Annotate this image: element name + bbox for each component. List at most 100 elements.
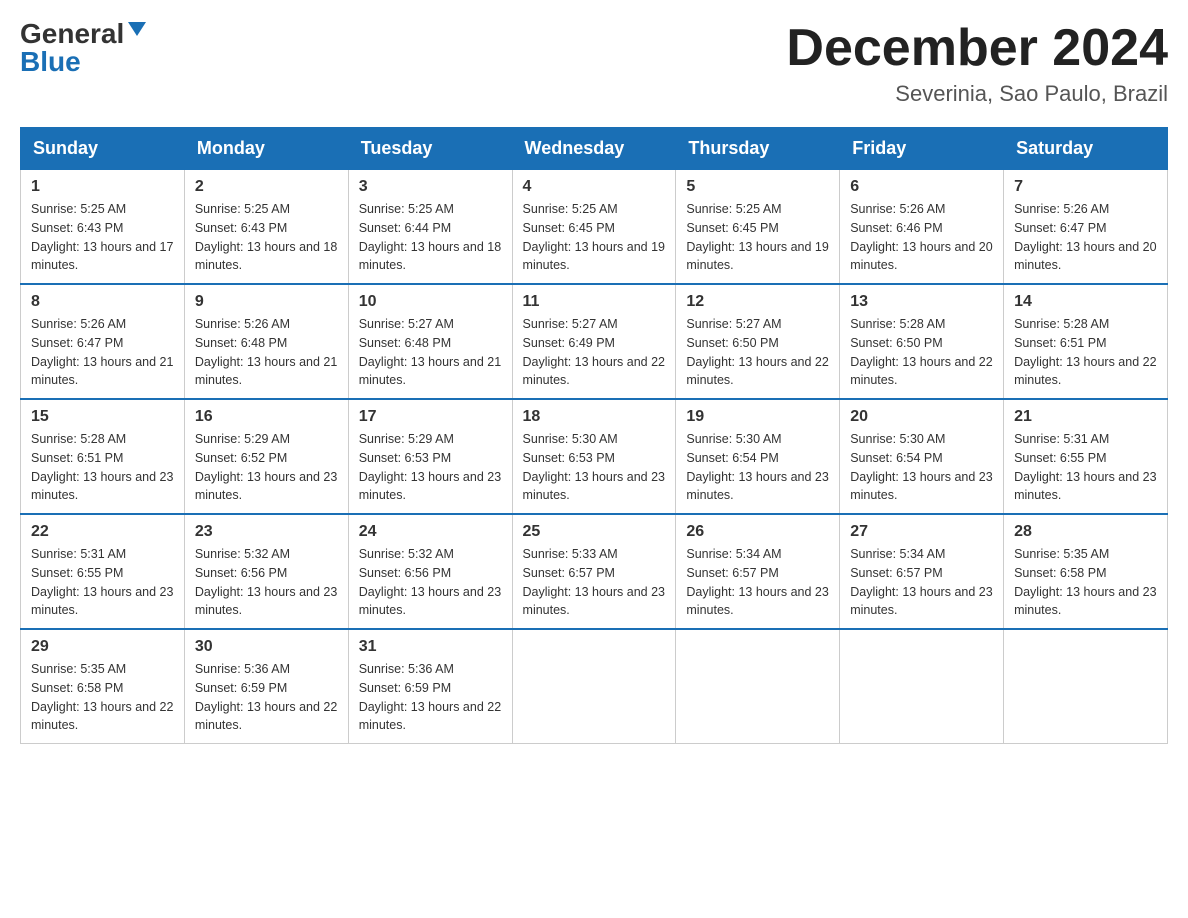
day-number: 29 <box>31 638 174 656</box>
calendar-week-1: 1 Sunrise: 5:25 AM Sunset: 6:43 PM Dayli… <box>21 170 1168 285</box>
table-row: 27 Sunrise: 5:34 AM Sunset: 6:57 PM Dayl… <box>840 514 1004 629</box>
day-info: Sunrise: 5:29 AM Sunset: 6:52 PM Dayligh… <box>195 430 338 505</box>
calendar-week-4: 22 Sunrise: 5:31 AM Sunset: 6:55 PM Dayl… <box>21 514 1168 629</box>
day-info: Sunrise: 5:34 AM Sunset: 6:57 PM Dayligh… <box>686 545 829 620</box>
day-number: 24 <box>359 523 502 541</box>
day-number: 25 <box>523 523 666 541</box>
table-row: 21 Sunrise: 5:31 AM Sunset: 6:55 PM Dayl… <box>1004 399 1168 514</box>
day-number: 8 <box>31 293 174 311</box>
table-row: 1 Sunrise: 5:25 AM Sunset: 6:43 PM Dayli… <box>21 170 185 285</box>
day-info: Sunrise: 5:34 AM Sunset: 6:57 PM Dayligh… <box>850 545 993 620</box>
day-number: 3 <box>359 178 502 196</box>
day-info: Sunrise: 5:27 AM Sunset: 6:50 PM Dayligh… <box>686 315 829 390</box>
table-row <box>512 629 676 744</box>
day-number: 30 <box>195 638 338 656</box>
table-row <box>1004 629 1168 744</box>
day-number: 28 <box>1014 523 1157 541</box>
day-info: Sunrise: 5:28 AM Sunset: 6:51 PM Dayligh… <box>31 430 174 505</box>
table-row: 29 Sunrise: 5:35 AM Sunset: 6:58 PM Dayl… <box>21 629 185 744</box>
day-info: Sunrise: 5:26 AM Sunset: 6:48 PM Dayligh… <box>195 315 338 390</box>
day-info: Sunrise: 5:35 AM Sunset: 6:58 PM Dayligh… <box>1014 545 1157 620</box>
table-row <box>840 629 1004 744</box>
table-row: 15 Sunrise: 5:28 AM Sunset: 6:51 PM Dayl… <box>21 399 185 514</box>
day-info: Sunrise: 5:28 AM Sunset: 6:50 PM Dayligh… <box>850 315 993 390</box>
table-row: 3 Sunrise: 5:25 AM Sunset: 6:44 PM Dayli… <box>348 170 512 285</box>
table-row: 25 Sunrise: 5:33 AM Sunset: 6:57 PM Dayl… <box>512 514 676 629</box>
day-number: 4 <box>523 178 666 196</box>
day-info: Sunrise: 5:25 AM Sunset: 6:43 PM Dayligh… <box>31 200 174 275</box>
page-header: General Blue December 2024 Severinia, Sa… <box>20 20 1168 107</box>
day-info: Sunrise: 5:30 AM Sunset: 6:53 PM Dayligh… <box>523 430 666 505</box>
day-info: Sunrise: 5:26 AM Sunset: 6:47 PM Dayligh… <box>31 315 174 390</box>
col-sunday: Sunday <box>21 128 185 170</box>
table-row: 18 Sunrise: 5:30 AM Sunset: 6:53 PM Dayl… <box>512 399 676 514</box>
day-number: 10 <box>359 293 502 311</box>
day-number: 7 <box>1014 178 1157 196</box>
day-info: Sunrise: 5:25 AM Sunset: 6:43 PM Dayligh… <box>195 200 338 275</box>
day-number: 21 <box>1014 408 1157 426</box>
day-info: Sunrise: 5:27 AM Sunset: 6:49 PM Dayligh… <box>523 315 666 390</box>
day-number: 16 <box>195 408 338 426</box>
day-info: Sunrise: 5:31 AM Sunset: 6:55 PM Dayligh… <box>1014 430 1157 505</box>
day-info: Sunrise: 5:35 AM Sunset: 6:58 PM Dayligh… <box>31 660 174 735</box>
table-row: 23 Sunrise: 5:32 AM Sunset: 6:56 PM Dayl… <box>184 514 348 629</box>
table-row: 2 Sunrise: 5:25 AM Sunset: 6:43 PM Dayli… <box>184 170 348 285</box>
day-number: 31 <box>359 638 502 656</box>
table-row: 28 Sunrise: 5:35 AM Sunset: 6:58 PM Dayl… <box>1004 514 1168 629</box>
calendar-week-5: 29 Sunrise: 5:35 AM Sunset: 6:58 PM Dayl… <box>21 629 1168 744</box>
col-tuesday: Tuesday <box>348 128 512 170</box>
table-row: 16 Sunrise: 5:29 AM Sunset: 6:52 PM Dayl… <box>184 399 348 514</box>
day-number: 23 <box>195 523 338 541</box>
table-row: 20 Sunrise: 5:30 AM Sunset: 6:54 PM Dayl… <box>840 399 1004 514</box>
table-row: 12 Sunrise: 5:27 AM Sunset: 6:50 PM Dayl… <box>676 284 840 399</box>
title-area: December 2024 Severinia, Sao Paulo, Braz… <box>786 20 1168 107</box>
day-info: Sunrise: 5:25 AM Sunset: 6:45 PM Dayligh… <box>686 200 829 275</box>
day-info: Sunrise: 5:25 AM Sunset: 6:45 PM Dayligh… <box>523 200 666 275</box>
day-info: Sunrise: 5:31 AM Sunset: 6:55 PM Dayligh… <box>31 545 174 620</box>
month-title: December 2024 <box>786 20 1168 77</box>
day-info: Sunrise: 5:30 AM Sunset: 6:54 PM Dayligh… <box>686 430 829 505</box>
header-row: Sunday Monday Tuesday Wednesday Thursday… <box>21 128 1168 170</box>
day-info: Sunrise: 5:32 AM Sunset: 6:56 PM Dayligh… <box>195 545 338 620</box>
day-info: Sunrise: 5:32 AM Sunset: 6:56 PM Dayligh… <box>359 545 502 620</box>
col-friday: Friday <box>840 128 1004 170</box>
logo-arrow-icon <box>126 18 148 40</box>
day-info: Sunrise: 5:33 AM Sunset: 6:57 PM Dayligh… <box>523 545 666 620</box>
day-number: 18 <box>523 408 666 426</box>
day-info: Sunrise: 5:36 AM Sunset: 6:59 PM Dayligh… <box>359 660 502 735</box>
day-number: 9 <box>195 293 338 311</box>
day-number: 17 <box>359 408 502 426</box>
table-row: 9 Sunrise: 5:26 AM Sunset: 6:48 PM Dayli… <box>184 284 348 399</box>
location-title: Severinia, Sao Paulo, Brazil <box>786 81 1168 107</box>
day-number: 6 <box>850 178 993 196</box>
day-number: 22 <box>31 523 174 541</box>
calendar-table: Sunday Monday Tuesday Wednesday Thursday… <box>20 127 1168 744</box>
day-number: 2 <box>195 178 338 196</box>
table-row: 24 Sunrise: 5:32 AM Sunset: 6:56 PM Dayl… <box>348 514 512 629</box>
day-info: Sunrise: 5:28 AM Sunset: 6:51 PM Dayligh… <box>1014 315 1157 390</box>
day-info: Sunrise: 5:27 AM Sunset: 6:48 PM Dayligh… <box>359 315 502 390</box>
table-row: 30 Sunrise: 5:36 AM Sunset: 6:59 PM Dayl… <box>184 629 348 744</box>
table-row: 7 Sunrise: 5:26 AM Sunset: 6:47 PM Dayli… <box>1004 170 1168 285</box>
logo: General Blue <box>20 20 148 76</box>
day-number: 14 <box>1014 293 1157 311</box>
day-number: 27 <box>850 523 993 541</box>
col-monday: Monday <box>184 128 348 170</box>
day-info: Sunrise: 5:25 AM Sunset: 6:44 PM Dayligh… <box>359 200 502 275</box>
table-row: 10 Sunrise: 5:27 AM Sunset: 6:48 PM Dayl… <box>348 284 512 399</box>
day-number: 11 <box>523 293 666 311</box>
day-info: Sunrise: 5:30 AM Sunset: 6:54 PM Dayligh… <box>850 430 993 505</box>
table-row: 11 Sunrise: 5:27 AM Sunset: 6:49 PM Dayl… <box>512 284 676 399</box>
table-row <box>676 629 840 744</box>
table-row: 26 Sunrise: 5:34 AM Sunset: 6:57 PM Dayl… <box>676 514 840 629</box>
logo-blue-text: Blue <box>20 46 81 77</box>
day-info: Sunrise: 5:36 AM Sunset: 6:59 PM Dayligh… <box>195 660 338 735</box>
day-number: 5 <box>686 178 829 196</box>
day-number: 15 <box>31 408 174 426</box>
table-row: 17 Sunrise: 5:29 AM Sunset: 6:53 PM Dayl… <box>348 399 512 514</box>
table-row: 5 Sunrise: 5:25 AM Sunset: 6:45 PM Dayli… <box>676 170 840 285</box>
table-row: 4 Sunrise: 5:25 AM Sunset: 6:45 PM Dayli… <box>512 170 676 285</box>
table-row: 14 Sunrise: 5:28 AM Sunset: 6:51 PM Dayl… <box>1004 284 1168 399</box>
table-row: 13 Sunrise: 5:28 AM Sunset: 6:50 PM Dayl… <box>840 284 1004 399</box>
logo-general-text: General <box>20 20 124 48</box>
